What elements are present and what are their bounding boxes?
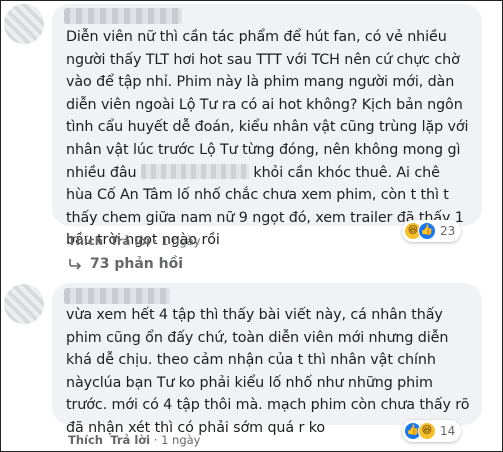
like-link[interactable]: Thích: [68, 234, 103, 248]
comment-line: phim cũng ổn đấy chứ, toàn diễn viên mới…: [66, 329, 449, 346]
timestamp[interactable]: 1 ngày: [161, 234, 200, 248]
commenter-name-redacted[interactable]: [64, 288, 170, 304]
timestamp[interactable]: 1 ngày: [161, 433, 200, 447]
reply-link[interactable]: Trả lời: [110, 433, 150, 447]
comment-text: vừa xem hết 4 tập thì thấy bài viết này,…: [66, 304, 470, 440]
comment-line: vào để tập nhỉ. Phim này là phim mang ng…: [66, 74, 455, 91]
comment-line: vừa xem hết 4 tập thì thấy bài viết này,…: [66, 307, 443, 323]
comment-text: Diễn viên nữ thì cần tác phẩm để hút fan…: [66, 26, 469, 252]
like-link[interactable]: Thích: [68, 433, 103, 447]
comment-line: nhiều đâu: [66, 164, 137, 181]
like-icon: 👍: [418, 222, 436, 240]
replies-count-label: 73 phản hồi: [90, 256, 184, 272]
comment-line: tình cẩu huyết dễ đoán, kiểu nhân vật cũ…: [66, 119, 469, 136]
avatar[interactable]: [4, 284, 44, 324]
reaction-summary[interactable]: 😆 👍 23: [402, 220, 462, 242]
comment-actions: Thích Trả lời · 1 ngày: [68, 234, 201, 248]
comment-actions: Thích Trả lời · 1 ngày: [68, 433, 201, 447]
redacted-text: [140, 163, 249, 179]
comment-line: khá dễ chịu. theo cảm nhận của t thì nhâ…: [66, 352, 436, 369]
comment-line: Diễn viên nữ thì cần tác phẩm để hút fan…: [66, 29, 447, 45]
comment-line: người thấy TLT hơi hot sau TTT với TCH n…: [66, 51, 460, 68]
reply-link[interactable]: Trả lời: [110, 234, 150, 248]
view-replies-link[interactable]: 73 phản hồi: [68, 256, 183, 272]
commenter-name-redacted[interactable]: [64, 8, 182, 24]
comment-line: nhân vật lúc trước Lộ Tư từng đóng, nên …: [66, 141, 461, 158]
reaction-summary[interactable]: 👍 😆 14: [402, 420, 462, 442]
reaction-count: 14: [440, 424, 456, 438]
comment-line: hùa Cố An Tâm lố nhố chắc chưa xem phim,…: [66, 187, 449, 204]
reaction-count: 23: [440, 224, 456, 238]
haha-icon: 😆: [418, 422, 436, 440]
comment-line: nàyclúa bạn Tư ko phải kiểu lố nhố như n…: [66, 374, 433, 391]
avatar[interactable]: [4, 4, 44, 44]
separator: ·: [153, 433, 158, 447]
comment-line: khỏi cần khóc thuê. Ai chê: [253, 164, 440, 181]
reply-arrow-icon: [69, 259, 82, 270]
comment-line: diễn viên ngoài Lộ Tư ra có ai hot không…: [66, 96, 463, 113]
comment-line: trước. mới có 4 tập thôi mà. mạch phim c…: [66, 397, 470, 414]
separator: ·: [153, 234, 158, 248]
